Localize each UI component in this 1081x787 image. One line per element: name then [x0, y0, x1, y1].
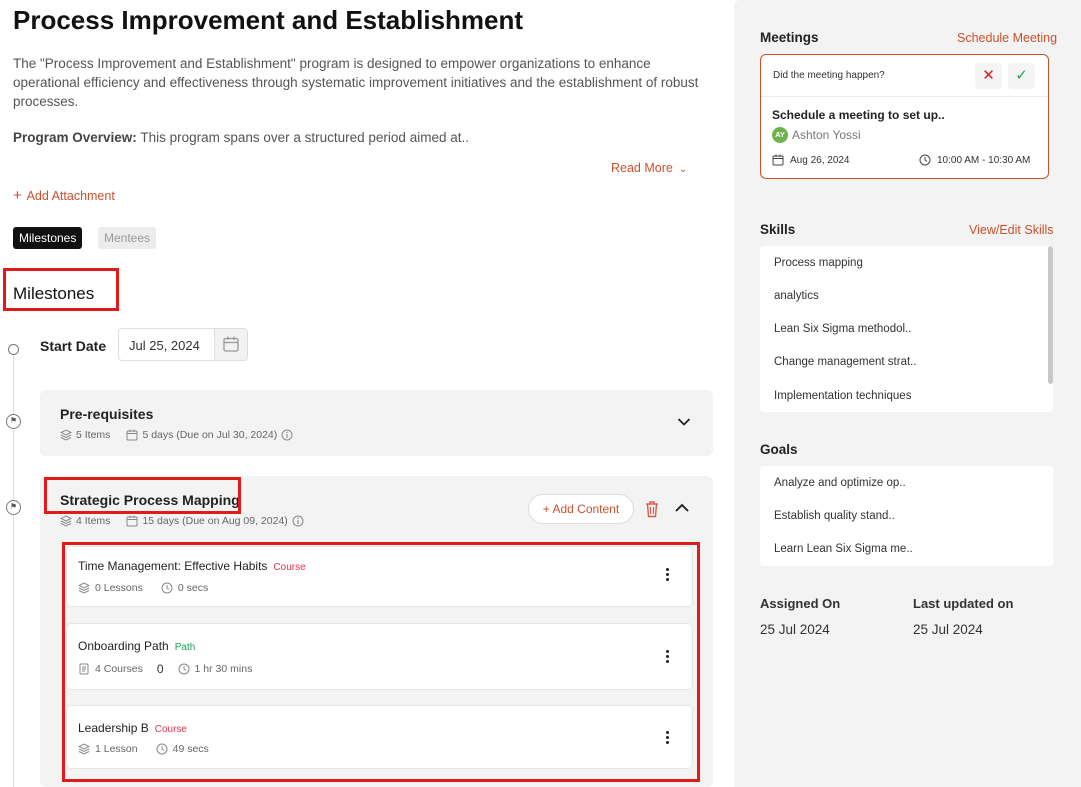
list-item: Learn Lean Six Sigma me..	[774, 543, 913, 555]
list-item: Change management strat..	[774, 356, 917, 368]
meeting-no-button[interactable]: ✕	[975, 63, 1002, 89]
assigned-on-value: 25 Jul 2024	[760, 622, 830, 637]
close-icon: ✕	[982, 67, 995, 84]
meeting-yes-button[interactable]: ✓	[1008, 63, 1035, 89]
calendar-icon	[126, 515, 138, 527]
milestone-meta: 4 Items 15 days (Due on Aug 09, 2024)	[60, 515, 304, 527]
meetings-heading: Meetings	[760, 30, 819, 45]
info-icon[interactable]	[292, 515, 304, 527]
skills-list: Process mapping analytics Lean Six Sigma…	[760, 246, 1053, 412]
assigned-on-label: Assigned On	[760, 596, 841, 611]
layers-icon	[60, 515, 72, 527]
flag-icon: ⚑	[6, 414, 21, 429]
highlight-box-milestone-title	[44, 477, 241, 514]
list-item: Implementation techniques	[774, 390, 912, 402]
meeting-person: Ashton Yossi	[792, 128, 861, 142]
add-content-button[interactable]: + Add Content	[528, 494, 634, 524]
schedule-meeting-link[interactable]: Schedule Meeting	[957, 31, 1057, 45]
start-date-value: Jul 25, 2024	[129, 338, 200, 353]
divider	[761, 96, 1048, 97]
program-description: The "Process Improvement and Establishme…	[13, 56, 699, 109]
meeting-time-text: 10:00 AM - 10:30 AM	[937, 154, 1031, 166]
trash-icon[interactable]	[644, 500, 660, 518]
milestone-duration: 5 days (Due on Jul 30, 2024)	[142, 429, 278, 441]
milestone-card-prerequisites[interactable]: Pre-requisites 5 Items 5 days (Due on Ju…	[40, 390, 713, 456]
check-icon: ✓	[1015, 67, 1028, 84]
page-title: Process Improvement and Establishment	[13, 5, 524, 35]
meeting-time: 10:00 AM - 10:30 AM	[919, 154, 1030, 166]
list-item: Lean Six Sigma methodol..	[774, 323, 912, 335]
timeline-start-dot	[8, 344, 19, 355]
meeting-date-text: Aug 26, 2024	[790, 154, 850, 166]
calendar-icon	[126, 429, 138, 441]
last-updated-label: Last updated on	[913, 596, 1014, 611]
calendar-icon	[772, 154, 784, 166]
clock-icon	[919, 154, 931, 166]
milestones-heading: Milestones	[13, 284, 95, 303]
right-sidebar: Meetings Schedule Meeting Did the meetin…	[734, 0, 1081, 787]
overview-label: Program Overview:	[13, 130, 137, 145]
milestone-item-count: 5 Items	[76, 429, 111, 441]
read-more-label: Read More	[611, 161, 673, 175]
list-item: analytics	[774, 290, 819, 302]
chevron-down-icon: ⌄	[678, 164, 688, 175]
list-item: Establish quality stand..	[774, 510, 895, 522]
plus-icon: +	[13, 187, 22, 204]
tab-milestones[interactable]: Milestones	[13, 227, 83, 249]
goals-list: Analyze and optimize op.. Establish qual…	[760, 466, 1053, 566]
last-updated-value: 25 Jul 2024	[913, 622, 983, 637]
milestone-meta: 5 Items 5 days (Due on Jul 30, 2024)	[60, 429, 293, 441]
meeting-date: Aug 26, 2024	[772, 154, 850, 166]
meeting-question: Did the meeting happen?	[773, 70, 885, 81]
flag-icon: ⚑	[6, 500, 21, 515]
chevron-down-icon[interactable]	[677, 417, 691, 427]
view-edit-skills-link[interactable]: View/Edit Skills	[969, 223, 1054, 237]
list-item: Analyze and optimize op..	[774, 477, 906, 489]
start-date-label: Start Date	[40, 338, 107, 354]
milestone-title: Pre-requisites	[60, 406, 154, 422]
highlight-box-content-items	[62, 542, 700, 782]
add-attachment-link[interactable]: + Add Attachment	[13, 187, 115, 204]
skills-heading: Skills	[760, 222, 796, 237]
overview-text: This program spans over a structured per…	[136, 130, 469, 145]
chevron-up-icon[interactable]	[674, 500, 690, 516]
add-attachment-label: Add Attachment	[26, 189, 115, 203]
program-main: Process Improvement and Establishment Th…	[0, 0, 724, 787]
scrollbar[interactable]	[1048, 246, 1053, 384]
calendar-icon	[223, 336, 239, 352]
layers-icon	[60, 429, 72, 441]
meeting-card: Did the meeting happen? ✕ ✓ Schedule a m…	[760, 54, 1049, 179]
start-date-field[interactable]: Jul 25, 2024	[118, 328, 248, 361]
meeting-title: Schedule a meeting to set up..	[772, 108, 945, 122]
avatar: AY	[772, 127, 788, 143]
goals-heading: Goals	[760, 442, 798, 457]
info-icon[interactable]	[281, 429, 293, 441]
calendar-picker-button[interactable]	[214, 329, 247, 360]
milestone-item-count: 4 Items	[76, 515, 111, 527]
program-overview: Program Overview: This program spans ove…	[13, 130, 703, 145]
milestone-duration: 15 days (Due on Aug 09, 2024)	[142, 515, 288, 527]
tab-mentees[interactable]: Mentees	[98, 227, 157, 249]
read-more-link[interactable]: Read More ⌄	[611, 161, 687, 175]
list-item: Process mapping	[774, 257, 863, 269]
